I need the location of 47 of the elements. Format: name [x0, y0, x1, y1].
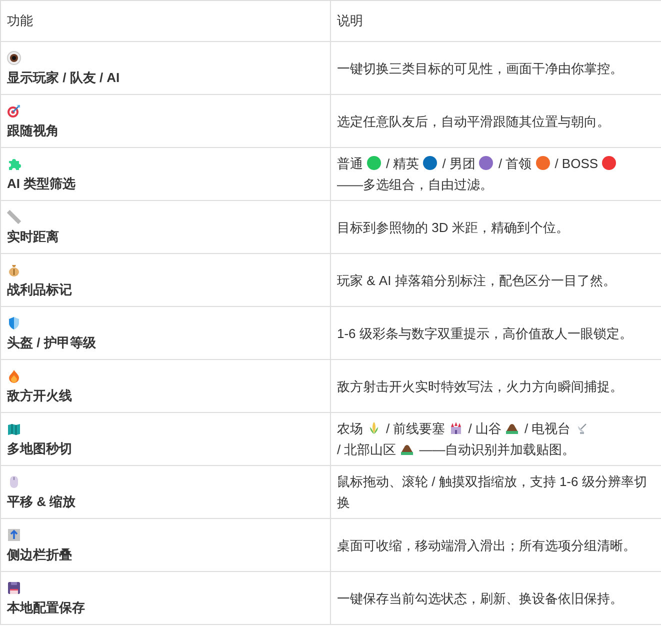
feature-name: 显示玩家 / 队友 / AI: [7, 70, 121, 86]
description-text: / 精英: [386, 156, 420, 171]
description-text: 选定任意队友后，自动平滑跟随其位置与朝向。: [337, 112, 610, 130]
upload-icon: [7, 528, 21, 542]
mouse-icon: [7, 474, 21, 488]
description-text: ——自动识别并加载贴图。: [419, 442, 576, 457]
feature-name: 多地图秒切: [7, 440, 73, 456]
description-text: 农场: [337, 421, 363, 436]
eye-icon: [7, 50, 21, 64]
feature-name: 侧边栏折叠: [7, 546, 73, 562]
description-text: 鼠标拖动、滚轮 / 触摸双指缩放，支持 1-6 级分辨率切换: [337, 473, 648, 512]
feature-name: 战利品标记: [7, 282, 73, 298]
description-text: / 男团: [442, 156, 476, 171]
description-text: / 首领: [498, 156, 532, 171]
flame-icon: [7, 368, 21, 382]
feature-name: 平移 & 缩放: [7, 494, 77, 510]
shield-icon: [7, 316, 21, 330]
feature-name: 本地配置保存: [7, 600, 86, 616]
feature-name: 敌方开火线: [7, 388, 73, 404]
column-header: 说明: [331, 0, 661, 42]
mountain-icon: [400, 442, 414, 456]
feature-name: AI 类型筛选: [7, 176, 77, 192]
target-icon: [7, 104, 21, 118]
column-header: 功能: [1, 0, 331, 42]
mountain-icon: [505, 421, 520, 435]
description-text: 1-6 级彩条与数字双重提示，高价值敌人一眼锁定。: [337, 324, 632, 342]
description-text: / 山谷: [468, 421, 502, 436]
description-text: 玩家 & AI 掉落箱分别标注，配色区分一目了然。: [337, 272, 616, 290]
description-text: 一键保存当前勾选状态，刷新、换设备依旧保持。: [337, 590, 623, 608]
money-bag-icon: [7, 262, 21, 276]
description-text: 普通: [337, 156, 363, 171]
description-text: / 北部山区: [337, 442, 396, 457]
feature-name: 头盔 / 护甲等级: [7, 334, 97, 350]
description-text: 敌方射击开火实时特效写法，火力方向瞬间捕捉。: [337, 378, 623, 396]
description-text: 一键切换三类目标的可见性，画面干净由你掌控。: [337, 60, 623, 78]
description-text: 桌面可收缩，移动端滑入滑出；所有选项分组清晰。: [337, 536, 636, 554]
description-text: / 电视台: [524, 421, 571, 436]
corn-icon: [367, 421, 381, 435]
description-text: / BOSS: [554, 156, 598, 171]
description-text: / 前线要塞: [386, 421, 446, 436]
description-text: 目标到参照物的 3D 米距，精确到个位。: [337, 218, 569, 236]
feature-name: 实时距离: [7, 228, 60, 244]
castle-icon: [449, 421, 464, 435]
feature-name: 跟随视角: [7, 122, 60, 138]
map-icon: [7, 422, 21, 436]
description-text: ——多选组合，自由过滤。: [337, 177, 493, 192]
puzzle-icon: [7, 156, 21, 170]
